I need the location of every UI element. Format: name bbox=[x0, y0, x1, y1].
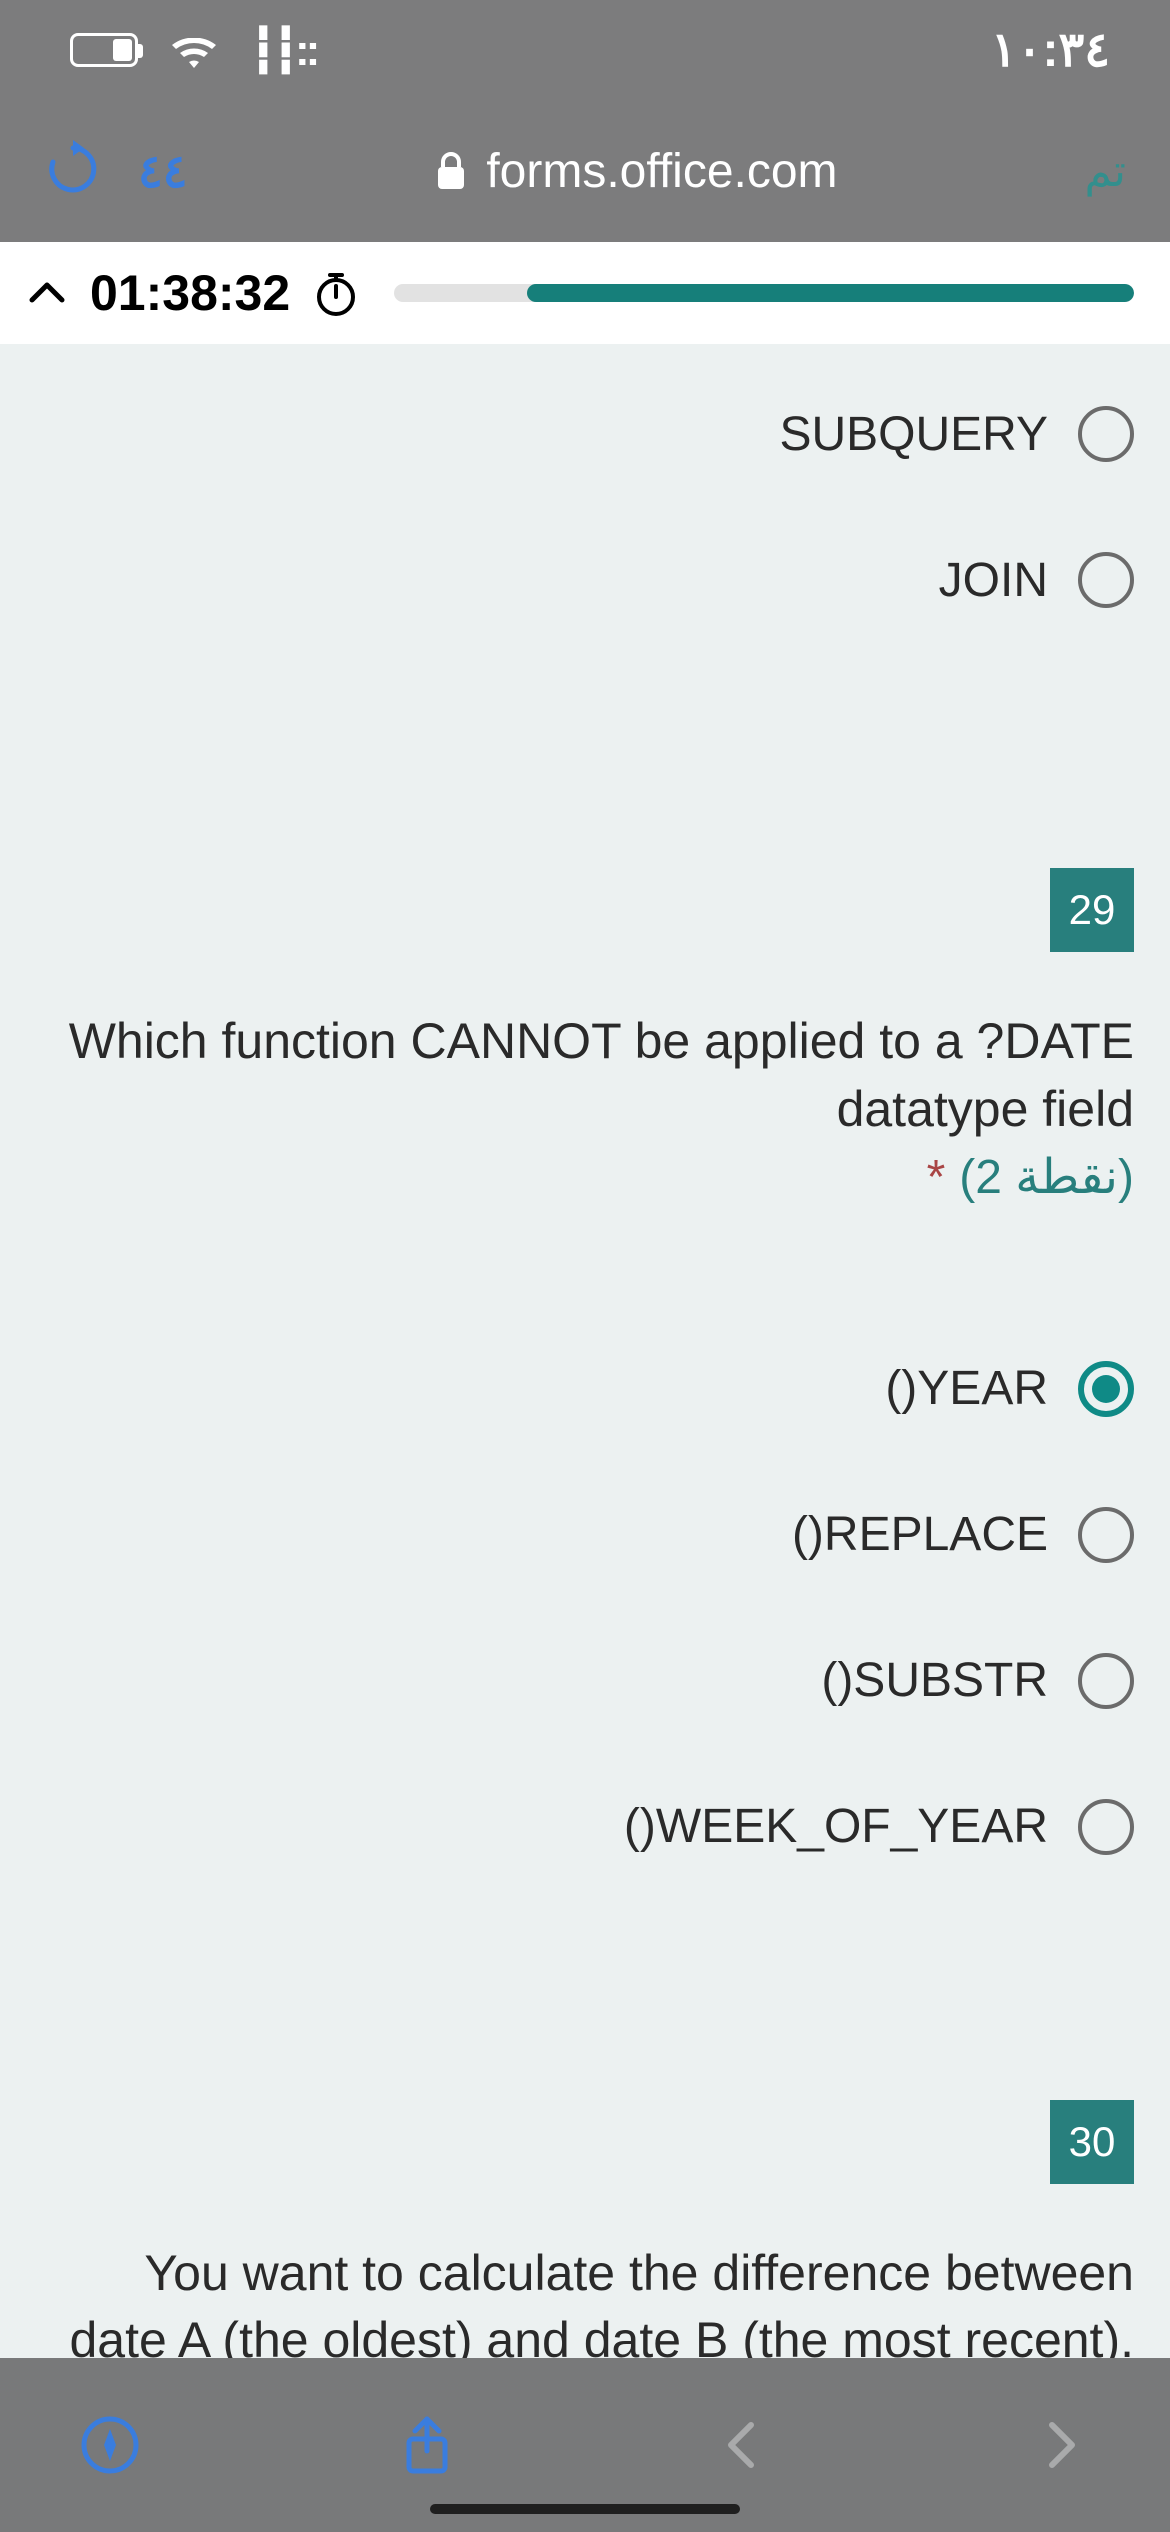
cellular-signal-icon: ┇┇:: bbox=[250, 25, 316, 76]
radio-selected-icon[interactable] bbox=[1078, 1361, 1134, 1417]
option-subquery[interactable]: SUBQUERY bbox=[36, 406, 1134, 462]
battery-icon bbox=[70, 33, 138, 67]
radio-empty-icon[interactable] bbox=[1078, 1799, 1134, 1855]
question-29: 29 Which function CANNOT be applied to a… bbox=[36, 868, 1134, 1855]
stopwatch-icon bbox=[312, 269, 360, 317]
compass-icon[interactable] bbox=[70, 2415, 150, 2475]
option-year[interactable]: ()YEAR bbox=[36, 1361, 1134, 1417]
option-label: ()WEEK_OF_YEAR bbox=[624, 1799, 1048, 1854]
reload-icon[interactable] bbox=[44, 140, 102, 203]
option-substr[interactable]: ()SUBSTR bbox=[36, 1653, 1134, 1709]
option-label: ()SUBSTR bbox=[821, 1653, 1048, 1708]
done-button[interactable]: تم bbox=[1084, 146, 1126, 197]
question-text-content: Which function CANNOT be applied to a ?D… bbox=[69, 1013, 1134, 1137]
option-label: SUBQUERY bbox=[779, 407, 1048, 462]
share-icon[interactable] bbox=[387, 2415, 467, 2475]
wifi-icon bbox=[172, 33, 216, 67]
lock-icon bbox=[434, 151, 468, 191]
question-number-badge: 30 bbox=[1050, 2100, 1134, 2184]
forward-icon[interactable] bbox=[1020, 2415, 1100, 2475]
back-icon[interactable] bbox=[703, 2415, 783, 2475]
question-text-content: You want to calculate the difference bet… bbox=[69, 2245, 1134, 2358]
radio-empty-icon[interactable] bbox=[1078, 552, 1134, 608]
radio-empty-icon[interactable] bbox=[1078, 1653, 1134, 1709]
chevron-up-icon[interactable] bbox=[26, 272, 68, 314]
q29-options: ()YEAR ()REPLACE ()SUBSTR ()WEEK_OF_YEAR bbox=[36, 1361, 1134, 1855]
url-text: forms.office.com bbox=[486, 144, 837, 199]
option-label: ()REPLACE bbox=[792, 1507, 1048, 1562]
option-label: JOIN bbox=[939, 553, 1048, 608]
radio-empty-icon[interactable] bbox=[1078, 1507, 1134, 1563]
tab-count[interactable]: ٤٤ bbox=[138, 144, 187, 198]
status-bar: ┇┇:: ١٠:٣٤ bbox=[0, 0, 1170, 100]
browser-nav-bar: ٤٤ forms.office.com تم bbox=[0, 100, 1170, 242]
question-30: 30 You want to calculate the difference … bbox=[36, 2100, 1134, 2358]
required-star: * bbox=[927, 1151, 946, 1204]
status-clock: ١٠:٣٤ bbox=[991, 22, 1110, 78]
question-number-badge: 29 bbox=[1050, 868, 1134, 952]
form-content[interactable]: SUBQUERY JOIN 29 Which function CANNOT b… bbox=[0, 344, 1170, 2358]
timer-value: 01:38:32 bbox=[90, 264, 290, 322]
question-text: Which function CANNOT be applied to a ?D… bbox=[36, 1008, 1134, 1211]
question-text: You want to calculate the difference bet… bbox=[36, 2240, 1134, 2358]
prior-question-options: SUBQUERY JOIN bbox=[36, 406, 1134, 608]
timer-row: 01:38:32 bbox=[0, 242, 1170, 344]
option-join[interactable]: JOIN bbox=[36, 552, 1134, 608]
url-display[interactable]: forms.office.com bbox=[187, 144, 1084, 199]
status-left-cluster: ┇┇:: bbox=[70, 25, 316, 76]
points-text: (2 نقطة) bbox=[959, 1151, 1134, 1204]
progress-bar bbox=[394, 284, 1134, 302]
option-replace[interactable]: ()REPLACE bbox=[36, 1507, 1134, 1563]
radio-empty-icon[interactable] bbox=[1078, 406, 1134, 462]
option-label: ()YEAR bbox=[885, 1361, 1048, 1416]
browser-bottom-toolbar bbox=[0, 2358, 1170, 2532]
option-week-of-year[interactable]: ()WEEK_OF_YEAR bbox=[36, 1799, 1134, 1855]
